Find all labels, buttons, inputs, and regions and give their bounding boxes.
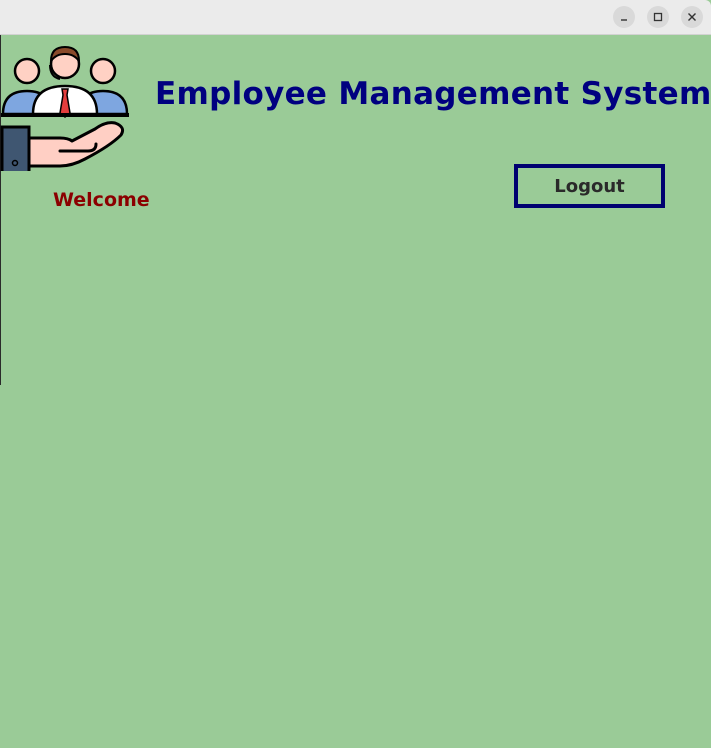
maximize-button[interactable] xyxy=(647,6,669,28)
employees-in-hand-icon xyxy=(0,45,129,171)
window-titlebar[interactable] xyxy=(0,0,711,35)
app-title: Employee Management System xyxy=(155,76,711,112)
main-panel: Employee Management System Logout Welcom… xyxy=(0,35,711,748)
minimize-icon xyxy=(621,19,627,21)
minimize-button[interactable] xyxy=(613,6,635,28)
app-window: Employee Management System Logout Welcom… xyxy=(0,0,711,748)
maximize-icon xyxy=(653,12,663,22)
close-button[interactable] xyxy=(681,6,703,28)
close-icon xyxy=(688,13,696,21)
welcome-label: Welcome xyxy=(53,189,150,211)
logout-button[interactable]: Logout xyxy=(514,164,665,208)
